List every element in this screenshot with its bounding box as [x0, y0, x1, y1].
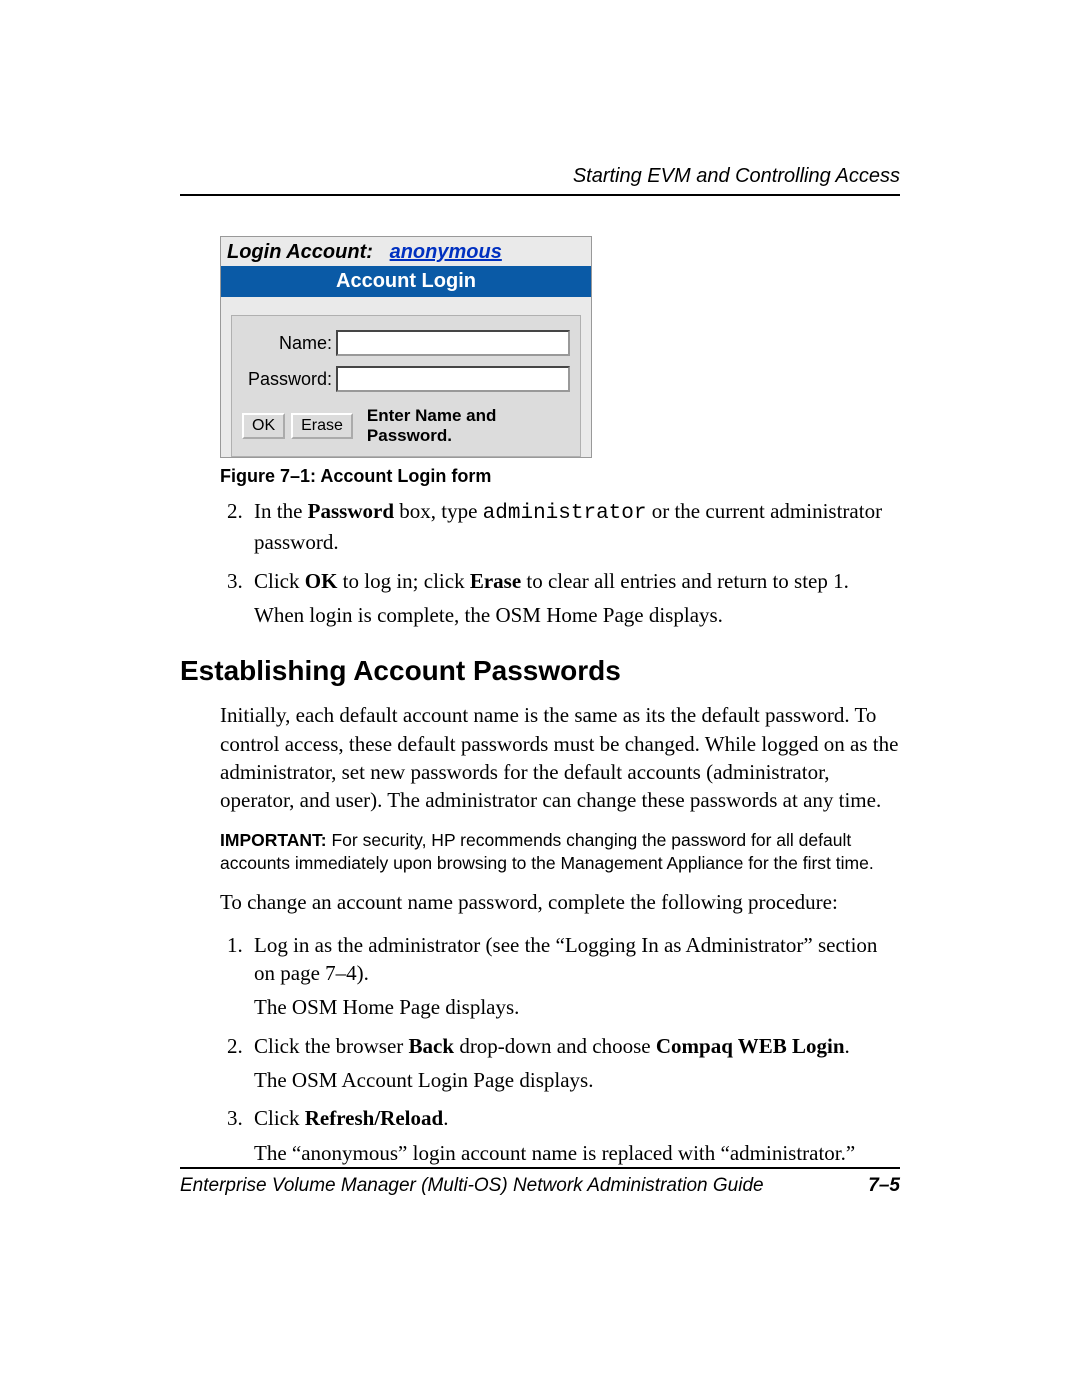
step-a2: In the Password box, type administrator …: [248, 497, 900, 557]
steps-list-a: In the Password box, type administrator …: [220, 497, 900, 629]
login-title-bar: Account Login: [221, 266, 591, 297]
step-a3-after: When login is complete, the OSM Home Pag…: [254, 601, 900, 629]
running-head: Starting EVM and Controlling Access: [180, 165, 900, 188]
password-label: Password:: [242, 369, 336, 390]
step-b1: Log in as the administrator (see the “Lo…: [248, 931, 900, 1022]
footer-row: Enterprise Volume Manager (Multi-OS) Net…: [180, 1175, 900, 1197]
step-b2-after: The OSM Account Login Page displays.: [254, 1066, 900, 1094]
steps-list-b: Log in as the administrator (see the “Lo…: [220, 931, 900, 1167]
footer-rule: [180, 1167, 900, 1169]
login-form: Name: Password: OK Erase Enter Name and …: [231, 315, 581, 457]
figure-account-login: Login Account: anonymous Account Login N…: [220, 236, 590, 458]
step-b1-after: The OSM Home Page displays.: [254, 993, 900, 1021]
footer-book-title: Enterprise Volume Manager (Multi-OS) Net…: [180, 1175, 764, 1197]
step-b3: Click Refresh/Reload. The “anonymous” lo…: [248, 1104, 900, 1167]
note-label: IMPORTANT:: [220, 830, 327, 850]
login-body: Name: Password: OK Erase Enter Name and …: [221, 297, 591, 457]
step-a3: Click OK to log in; click Erase to clear…: [248, 567, 900, 630]
step-b2: Click the browser Back drop-down and cho…: [248, 1032, 900, 1095]
step-b3-after: The “anonymous” login account name is re…: [254, 1139, 900, 1167]
login-account-link[interactable]: anonymous: [390, 241, 502, 263]
footer-page-number: 7–5: [868, 1175, 900, 1197]
section-para2: To change an account name password, comp…: [220, 888, 900, 916]
password-row: Password:: [242, 366, 570, 392]
login-prompt: Enter Name and Password.: [367, 406, 570, 446]
section-heading: Establishing Account Passwords: [180, 655, 900, 687]
header-rule: [180, 194, 900, 196]
section-para1: Initially, each default account name is …: [220, 701, 900, 814]
name-row: Name:: [242, 330, 570, 356]
login-box: Login Account: anonymous Account Login N…: [220, 236, 592, 458]
password-input[interactable]: [336, 366, 570, 392]
erase-button[interactable]: Erase: [291, 413, 353, 439]
page: Starting EVM and Controlling Access Logi…: [0, 0, 1080, 1397]
important-note: IMPORTANT: For security, HP recommends c…: [220, 829, 900, 875]
login-account-header: Login Account: anonymous: [221, 237, 591, 266]
page-footer: Enterprise Volume Manager (Multi-OS) Net…: [180, 1167, 900, 1197]
name-input[interactable]: [336, 330, 570, 356]
button-row: OK Erase Enter Name and Password.: [242, 402, 570, 446]
name-label: Name:: [242, 333, 336, 354]
figure-caption: Figure 7–1: Account Login form: [220, 466, 900, 487]
ok-button[interactable]: OK: [242, 413, 285, 439]
login-account-label: Login Account:: [227, 241, 373, 263]
